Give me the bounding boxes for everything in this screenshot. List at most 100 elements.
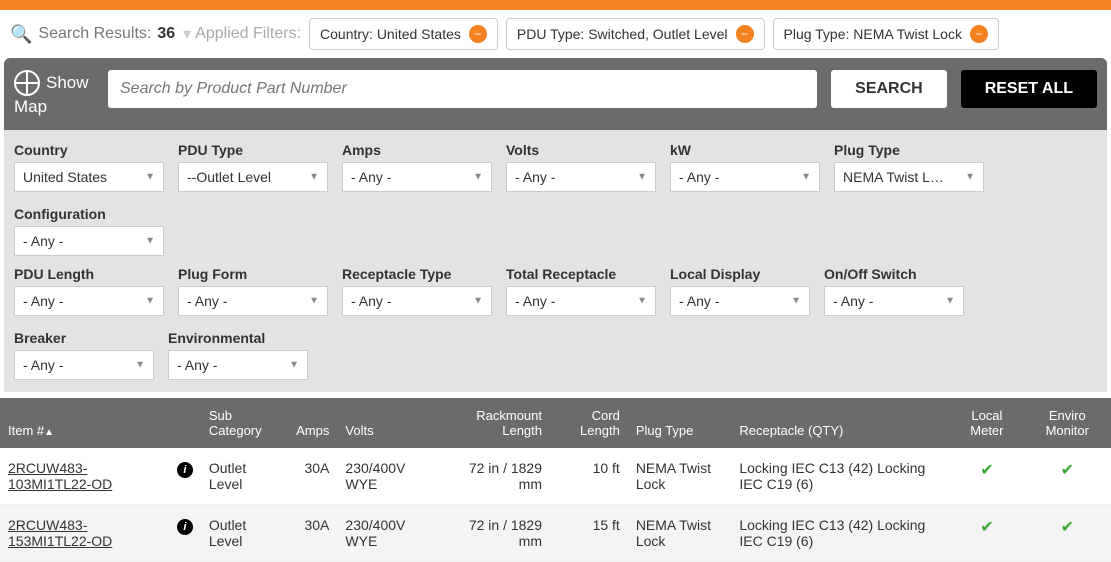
filter-field: Breaker- Any -▼ (14, 330, 154, 380)
filter-value: NEMA Twist L… (843, 169, 944, 185)
filter-value: United States (23, 169, 107, 185)
cell-cord: 15 ft (550, 505, 628, 562)
check-icon: ✔ (980, 519, 993, 536)
filter-label: Local Display (670, 266, 810, 282)
show-map-toggle[interactable]: Show Map (14, 70, 94, 118)
chevron-down-icon: ▼ (289, 360, 299, 371)
cell-plug: NEMA Twist Lock (628, 448, 732, 505)
search-results-label: Search Results: (38, 25, 151, 43)
filter-label: Receptacle Type (342, 266, 492, 282)
chip-remove-icon[interactable]: − (469, 25, 487, 43)
filter-select[interactable]: - Any -▼ (670, 286, 810, 316)
col-info (169, 398, 201, 448)
cell-info: i (169, 448, 201, 505)
col-amps[interactable]: Amps (288, 398, 337, 448)
filter-value: - Any - (23, 233, 63, 249)
cell-plug: NEMA Twist Lock (628, 505, 732, 562)
cell-enviro: ✔ (1024, 448, 1111, 505)
filter-value: - Any - (351, 293, 391, 309)
col-plug[interactable]: Plug Type (628, 398, 732, 448)
filter-value: - Any - (515, 293, 555, 309)
filter-select[interactable]: - Any -▼ (342, 162, 492, 192)
cell-enviro: ✔ (1024, 505, 1111, 562)
col-item[interactable]: Item #▲ (0, 398, 169, 448)
filter-chip: Plug Type: NEMA Twist Lock− (773, 18, 999, 50)
filter-label: Plug Form (178, 266, 328, 282)
cell-amps: 30A (288, 505, 337, 562)
results-filters-row: 🔍 Search Results: 36 ▾ Applied Filters: … (0, 10, 1111, 58)
filter-select[interactable]: - Any -▼ (168, 350, 308, 380)
search-button[interactable]: SEARCH (831, 70, 947, 108)
filter-value: - Any - (23, 293, 63, 309)
cell-item: 2RCUW483-103MI1TL22-OD (0, 448, 169, 505)
table-body: 2RCUW483-103MI1TL22-ODiOutlet Level30A23… (0, 448, 1111, 562)
filter-select[interactable]: - Any - ▼ (14, 226, 164, 256)
chevron-down-icon: ▼ (637, 172, 647, 183)
filter-select[interactable]: - Any -▼ (824, 286, 964, 316)
filter-select[interactable]: NEMA Twist L… ▼ (834, 162, 984, 192)
filter-select[interactable]: - Any -▼ (14, 350, 154, 380)
filter-chip-label: Country: United States (320, 26, 461, 42)
col-rack[interactable]: Rackmount Length (438, 398, 550, 448)
col-subcat[interactable]: Sub Category (201, 398, 288, 448)
check-icon: ✔ (1061, 519, 1074, 536)
cell-local: ✔ (950, 448, 1023, 505)
info-icon[interactable]: i (177, 462, 193, 478)
filter-select[interactable]: - Any - ▼ (506, 286, 656, 316)
filter-field: Plug Type NEMA Twist L… ▼ (834, 142, 984, 192)
chevron-down-icon: ▼ (145, 236, 155, 247)
filter-label: Total Receptacle (506, 266, 656, 282)
filter-label: Country (14, 142, 164, 158)
search-results-count: 36 (157, 25, 175, 43)
filter-value: - Any - (515, 169, 555, 185)
col-cord[interactable]: Cord Length (550, 398, 628, 448)
filter-field: Amps - Any -▼ (342, 142, 492, 192)
reset-all-button[interactable]: RESET ALL (961, 70, 1097, 108)
show-map-line1: Show (46, 72, 89, 94)
item-link[interactable]: 2RCUW483-153MI1TL22-OD (8, 517, 112, 549)
filter-select[interactable]: United States▼ (14, 162, 164, 192)
info-icon[interactable]: i (177, 519, 193, 535)
applied-filters-label: Applied Filters: (195, 25, 301, 43)
cell-cord: 10 ft (550, 448, 628, 505)
part-number-input[interactable] (108, 70, 817, 108)
cell-subcat: Outlet Level (201, 505, 288, 562)
chip-remove-icon[interactable]: − (970, 25, 988, 43)
filter-field: kW- Any -▼ (670, 142, 820, 192)
chevron-down-icon: ▼ (473, 296, 483, 307)
filter-select[interactable]: - Any -▼ (178, 286, 328, 316)
col-recept[interactable]: Receptacle (QTY) (731, 398, 950, 448)
chevron-down-icon: ▼ (145, 296, 155, 307)
col-local[interactable]: Local Meter (950, 398, 1023, 448)
filter-label: Plug Type (834, 142, 984, 158)
filter-label: PDU Length (14, 266, 164, 282)
filter-select[interactable]: - Any - ▼ (506, 162, 656, 192)
filter-label: Amps (342, 142, 492, 158)
col-volts[interactable]: Volts (337, 398, 438, 448)
filter-value: --Outlet Level (187, 169, 271, 185)
filter-select[interactable]: --Outlet Level▼ (178, 162, 328, 192)
col-enviro[interactable]: Enviro Monitor (1024, 398, 1111, 448)
chip-remove-icon[interactable]: − (736, 25, 754, 43)
chevron-down-icon: ▼ (637, 296, 647, 307)
item-link[interactable]: 2RCUW483-103MI1TL22-OD (8, 460, 112, 492)
filter-chip: PDU Type: Switched, Outlet Level− (506, 18, 765, 50)
filter-select[interactable]: - Any - ▼ (342, 286, 492, 316)
filter-label: Volts (506, 142, 656, 158)
filter-value: - Any - (833, 293, 873, 309)
filters-row-2: PDU Length - Any - ▼ Plug Form - Any - ▼ Recep… (14, 266, 1097, 380)
filter-select[interactable]: - Any -▼ (670, 162, 820, 192)
chevron-down-icon: ▼ (135, 360, 145, 371)
table-row: 2RCUW483-103MI1TL22-ODiOutlet Level30A23… (0, 448, 1111, 505)
filter-value: - Any - (187, 293, 227, 309)
cell-recept: Locking IEC C13 (42) Locking IEC C19 (6) (731, 448, 950, 505)
check-icon: ✔ (980, 462, 993, 479)
chevron-down-icon: ▼ (965, 172, 975, 183)
filter-field: Total Receptacle - Any - ▼ (506, 266, 656, 316)
filter-field: Configuration - Any - ▼ (14, 206, 164, 256)
filters-row-1: CountryUnited States▼PDU Type--Outlet Le… (14, 142, 1097, 256)
filter-label: Configuration (14, 206, 164, 222)
cell-item: 2RCUW483-153MI1TL22-OD (0, 505, 169, 562)
filter-select[interactable]: - Any - ▼ (14, 286, 164, 316)
globe-icon (14, 70, 40, 96)
